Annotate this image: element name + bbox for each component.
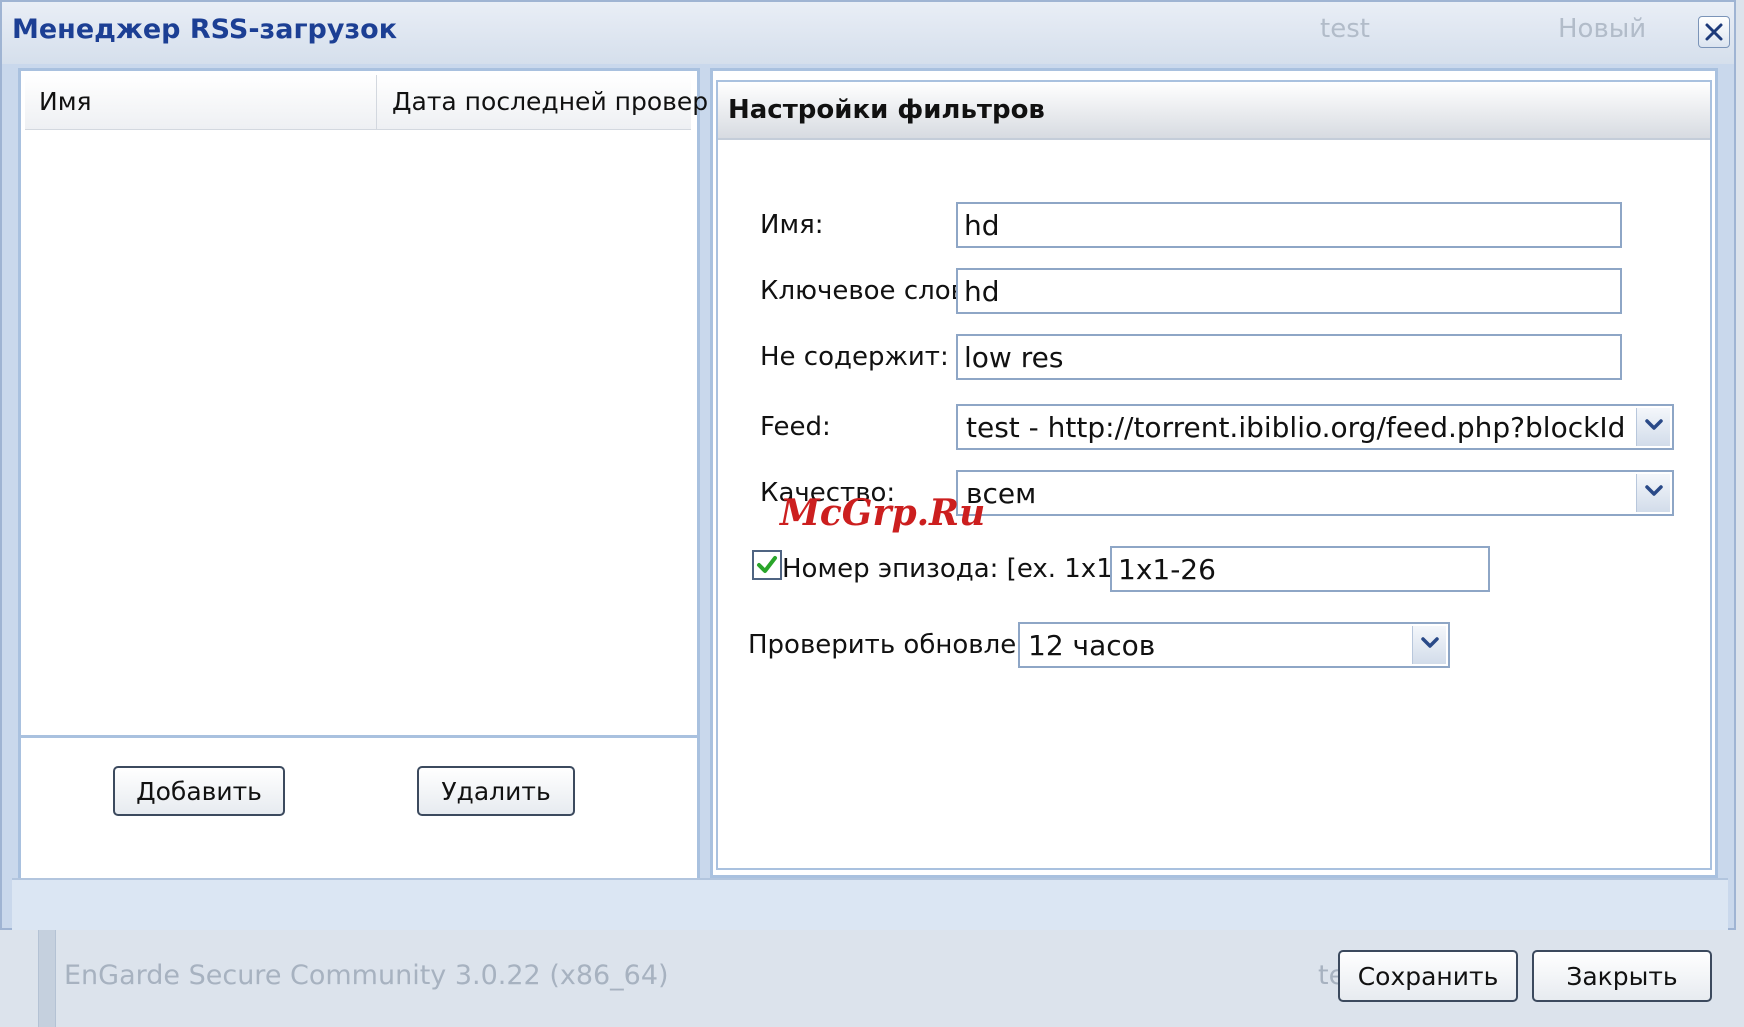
save-button[interactable]: Сохранить bbox=[1338, 950, 1518, 1002]
update-interval-dropdown-button[interactable] bbox=[1412, 626, 1446, 664]
rss-manager-dialog: Менеджер RSS-загрузок test Новый Имя Дат… bbox=[0, 0, 1736, 930]
chevron-down-icon bbox=[1645, 419, 1663, 430]
list-button-bar: Добавить Удалить bbox=[21, 735, 697, 878]
filter-settings-panel: Настройки фильтров Имя: Ключевое слово: … bbox=[710, 68, 1718, 878]
feeds-grid-body[interactable] bbox=[25, 130, 691, 740]
filter-settings-title: Настройки фильтров bbox=[728, 95, 1045, 125]
filter-settings-header: Настройки фильтров bbox=[718, 82, 1710, 140]
dialog-status-strip bbox=[12, 878, 1728, 930]
feed-label: Feed: bbox=[760, 412, 831, 442]
column-header-name[interactable]: Имя bbox=[25, 75, 377, 129]
dialog-titlebar[interactable]: Менеджер RSS-загрузок test Новый bbox=[2, 2, 1734, 64]
episode-field[interactable] bbox=[1110, 546, 1490, 592]
episode-checkbox[interactable] bbox=[752, 550, 782, 580]
checkmark-icon bbox=[757, 556, 777, 573]
close-icon bbox=[1705, 23, 1723, 41]
column-header-last-check[interactable]: Дата последней провер bbox=[378, 75, 708, 129]
name-label: Имя: bbox=[760, 210, 824, 240]
chevron-down-icon bbox=[1421, 637, 1439, 648]
dialog-title: Менеджер RSS-загрузок bbox=[12, 14, 398, 45]
quality-selected-value: всем bbox=[966, 477, 1037, 510]
background-title-right-1: test bbox=[1320, 14, 1370, 44]
feeds-grid-header: Имя Дата последней провер bbox=[25, 75, 708, 130]
feed-select[interactable]: test - http://torrent.ibiblio.org/feed.p… bbox=[956, 404, 1674, 450]
update-interval-select[interactable]: 12 часов bbox=[1018, 622, 1450, 668]
add-button[interactable]: Добавить bbox=[113, 766, 285, 816]
feeds-list-panel: Имя Дата последней провер Добавить Удали… bbox=[18, 68, 708, 878]
screen: EnGarde Secure Community 3.0.22 (x86_64)… bbox=[0, 0, 1744, 1027]
close-window-button[interactable] bbox=[1698, 16, 1730, 48]
quality-dropdown-button[interactable] bbox=[1636, 474, 1670, 512]
watermark-text: McGrp.Ru bbox=[780, 492, 986, 534]
keyword-field[interactable] bbox=[956, 268, 1622, 314]
exclude-field[interactable] bbox=[956, 334, 1622, 380]
delete-button[interactable]: Удалить bbox=[417, 766, 575, 816]
background-title-right-2: Новый bbox=[1558, 14, 1647, 44]
exclude-label: Не содержит: bbox=[760, 342, 949, 372]
background-footer-text: EnGarde Secure Community 3.0.22 (x86_64) bbox=[64, 960, 669, 991]
name-field[interactable] bbox=[956, 202, 1622, 248]
filter-settings-fieldset: Настройки фильтров Имя: Ключевое слово: … bbox=[716, 80, 1712, 870]
close-button[interactable]: Закрыть bbox=[1532, 950, 1712, 1002]
feed-dropdown-button[interactable] bbox=[1636, 408, 1670, 446]
feed-selected-value: test - http://torrent.ibiblio.org/feed.p… bbox=[966, 411, 1626, 444]
update-interval-selected-value: 12 часов bbox=[1028, 629, 1156, 662]
chevron-down-icon bbox=[1645, 485, 1663, 496]
quality-select[interactable]: всем bbox=[956, 470, 1674, 516]
